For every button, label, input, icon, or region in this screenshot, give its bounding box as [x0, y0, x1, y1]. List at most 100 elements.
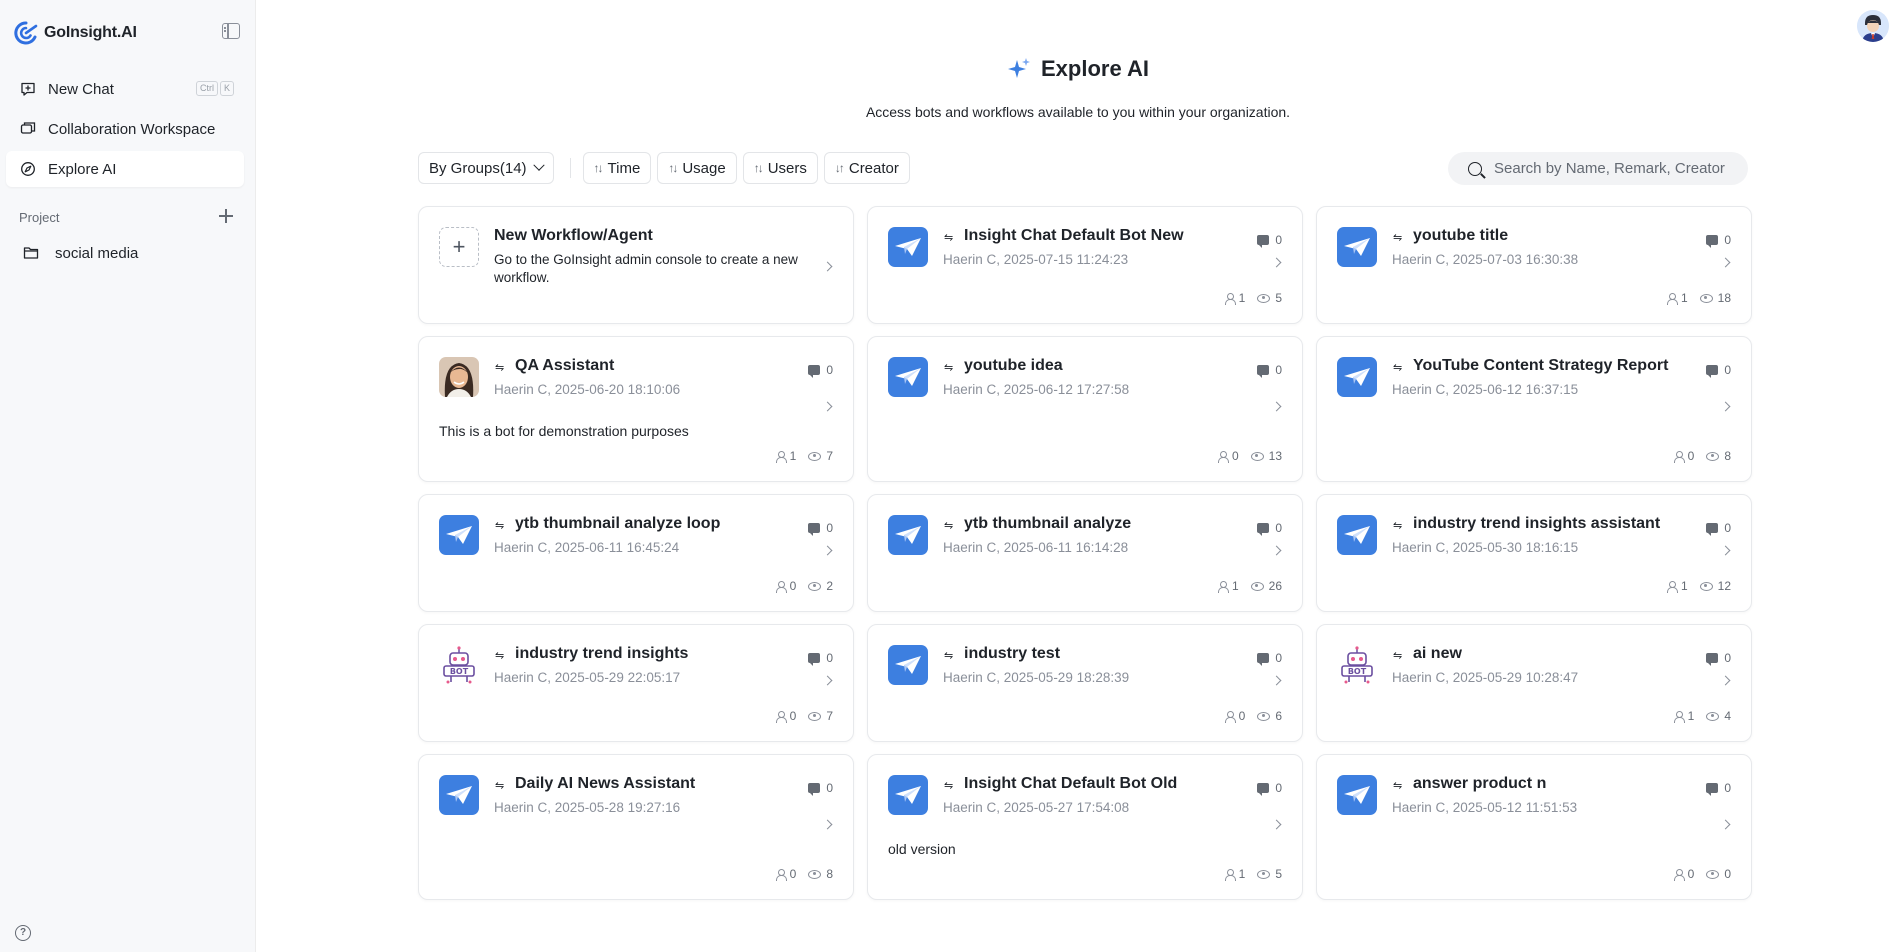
eye-icon	[808, 869, 822, 879]
chevron-right-icon[interactable]	[1271, 257, 1282, 268]
chevron-right-icon[interactable]	[1271, 401, 1282, 412]
chevron-right-icon[interactable]	[1720, 545, 1731, 556]
card-meta: Haerin C, 2025-05-28 19:27:16	[494, 800, 681, 815]
new-workflow-card[interactable]: + New Workflow/Agent Go to the GoInsight…	[418, 206, 854, 324]
card-stats: 02	[775, 579, 833, 593]
bot-card[interactable]: ⇋ youtube idea Haerin C, 2025-06-12 17:27:…	[867, 336, 1303, 482]
message-icon	[1706, 783, 1719, 796]
chevron-right-icon[interactable]	[1271, 675, 1282, 686]
bot-card[interactable]: ⇋ industry trend insights assistant Haerin…	[1316, 494, 1752, 612]
message-count-value: 0	[1724, 233, 1731, 247]
sort-label: Users	[767, 159, 807, 177]
card-stats: 07	[775, 709, 833, 723]
chevron-right-icon[interactable]	[822, 819, 833, 830]
collapse-sidebar-icon[interactable]	[222, 23, 240, 39]
user-avatar[interactable]	[1857, 10, 1889, 42]
users-count: 0	[1238, 709, 1246, 723]
card-title: industry trend insights assistant	[1413, 515, 1661, 532]
bot-card[interactable]: ⇋ ytb thumbnail analyze Haerin C, 2025-06-…	[867, 494, 1303, 612]
card-meta: Haerin C, 2025-06-20 18:10:06	[494, 382, 681, 397]
chevron-right-icon[interactable]	[822, 675, 833, 686]
bot-card[interactable]: BOT ⇋ ai new Haerin C, 2025-05-29 10:28:47 0…	[1316, 624, 1752, 742]
card-stats: 1 12	[1666, 579, 1731, 593]
sidebar-item-collaboration-workspace[interactable]: Collaboration Workspace	[6, 111, 244, 147]
group-select-label: By Groups(14)	[429, 159, 527, 177]
eye-icon	[1706, 869, 1720, 879]
plus-icon: +	[439, 227, 479, 267]
chevron-right-icon[interactable]	[1271, 545, 1282, 556]
chevron-right-icon[interactable]	[1720, 819, 1731, 830]
chevron-right-icon[interactable]	[1271, 819, 1282, 830]
paper-plane-icon	[1337, 357, 1377, 397]
chevron-right-icon[interactable]	[1720, 401, 1731, 412]
workflow-type-icon: ⇋	[944, 232, 954, 244]
group-select[interactable]: By Groups(14)	[418, 152, 554, 184]
eye-icon	[1699, 293, 1713, 303]
message-count-value: 0	[1275, 521, 1282, 535]
eye-icon	[1706, 451, 1720, 461]
bot-card[interactable]: ⇋ industry test Haerin C, 2025-05-29 18:28…	[867, 624, 1303, 742]
card-meta: Haerin C, 2025-05-12 11:51:53	[1392, 800, 1578, 815]
sort-usage-button[interactable]: ↑↓ Usage	[657, 152, 737, 184]
user-icon	[775, 868, 787, 881]
users-count: 1	[1680, 579, 1688, 593]
user-icon	[775, 450, 787, 463]
bot-card[interactable]: ⇋ youtube title Haerin C, 2025-07-03 16:30…	[1316, 206, 1752, 324]
card-meta: Haerin C, 2025-07-03 16:30:38	[1392, 252, 1579, 267]
views-count: 8	[826, 867, 833, 881]
bot-card[interactable]: ⇋ YouTube Content Strategy Report Haerin C…	[1316, 336, 1752, 482]
eye-icon	[1250, 581, 1264, 591]
project-item-social-media[interactable]: social media	[6, 236, 244, 270]
users-stat: 0	[1673, 867, 1694, 881]
help-icon[interactable]: ?	[15, 925, 31, 941]
project-section-label: Project	[19, 210, 60, 225]
eye-icon	[1250, 451, 1264, 461]
search-input[interactable]	[1494, 160, 1734, 177]
message-count-value: 0	[826, 781, 833, 795]
bot-card[interactable]: ⇋ QA Assistant Haerin C, 2025-06-20 18:10:…	[418, 336, 854, 482]
user-icon	[775, 580, 787, 593]
users-count: 1	[789, 449, 797, 463]
search-box[interactable]	[1448, 152, 1748, 185]
chevron-right-icon[interactable]	[822, 545, 833, 556]
message-count-value: 0	[1724, 651, 1731, 665]
message-icon	[808, 523, 821, 536]
chevron-right-icon[interactable]	[1720, 675, 1731, 686]
chevron-right-icon	[822, 261, 833, 272]
card-meta: Haerin C, 2025-07-15 11:24:23	[943, 252, 1129, 267]
bot-card[interactable]: ⇋ answer product n Haerin C, 2025-05-12 11…	[1316, 754, 1752, 900]
bot-card[interactable]: ⇋ ytb thumbnail analyze loop Haerin C, 202…	[418, 494, 854, 612]
card-title: QA Assistant	[515, 357, 615, 374]
bot-card[interactable]: ⇋ Insight Chat Default Bot New Haerin C, 2…	[867, 206, 1303, 324]
chevron-right-icon[interactable]	[1720, 257, 1731, 268]
bot-card[interactable]: ⇋ Insight Chat Default Bot Old Haerin C, 2…	[867, 754, 1303, 900]
users-stat: 0	[775, 709, 796, 723]
add-project-icon[interactable]	[218, 208, 234, 224]
workflow-type-icon: ⇋	[944, 780, 954, 792]
card-description: This is a bot for demonstration purposes	[439, 423, 689, 439]
chevron-right-icon[interactable]	[822, 401, 833, 412]
bot-card[interactable]: ⇋ Daily AI News Assistant Haerin C, 2025-0…	[418, 754, 854, 900]
sort-icon: ↑↓	[668, 161, 678, 175]
sort-time-button[interactable]: ↑↓ Time	[582, 152, 652, 184]
user-icon	[1224, 292, 1236, 305]
search-icon	[1468, 161, 1482, 176]
views-count: 0	[1724, 867, 1731, 881]
card-meta: Haerin C, 2025-06-11 16:45:24	[494, 540, 680, 555]
paper-plane-icon	[439, 775, 479, 815]
shortcut-key: Ctrl	[195, 81, 218, 96]
bot-card[interactable]: BOT ⇋ industry trend insights Haerin C, 202…	[418, 624, 854, 742]
brand[interactable]: GoInsight.AI	[14, 20, 137, 46]
sort-creator-button[interactable]: ↓↑ Creator	[823, 152, 910, 184]
card-title: ytb thumbnail analyze	[964, 515, 1132, 532]
page-subtitle: Access bots and workflows available to y…	[865, 104, 1291, 120]
message-count: 0	[1257, 781, 1282, 796]
eye-icon	[808, 451, 822, 461]
views-stat: 12	[1699, 579, 1731, 593]
message-count: 0	[1706, 363, 1731, 378]
project-item-label: social media	[55, 244, 139, 262]
users-stat: 0	[775, 579, 796, 593]
sort-users-button[interactable]: ↑↓ Users	[742, 152, 818, 184]
message-icon	[1257, 365, 1270, 378]
sidebar-item-explore-ai[interactable]: Explore AI	[6, 151, 244, 187]
